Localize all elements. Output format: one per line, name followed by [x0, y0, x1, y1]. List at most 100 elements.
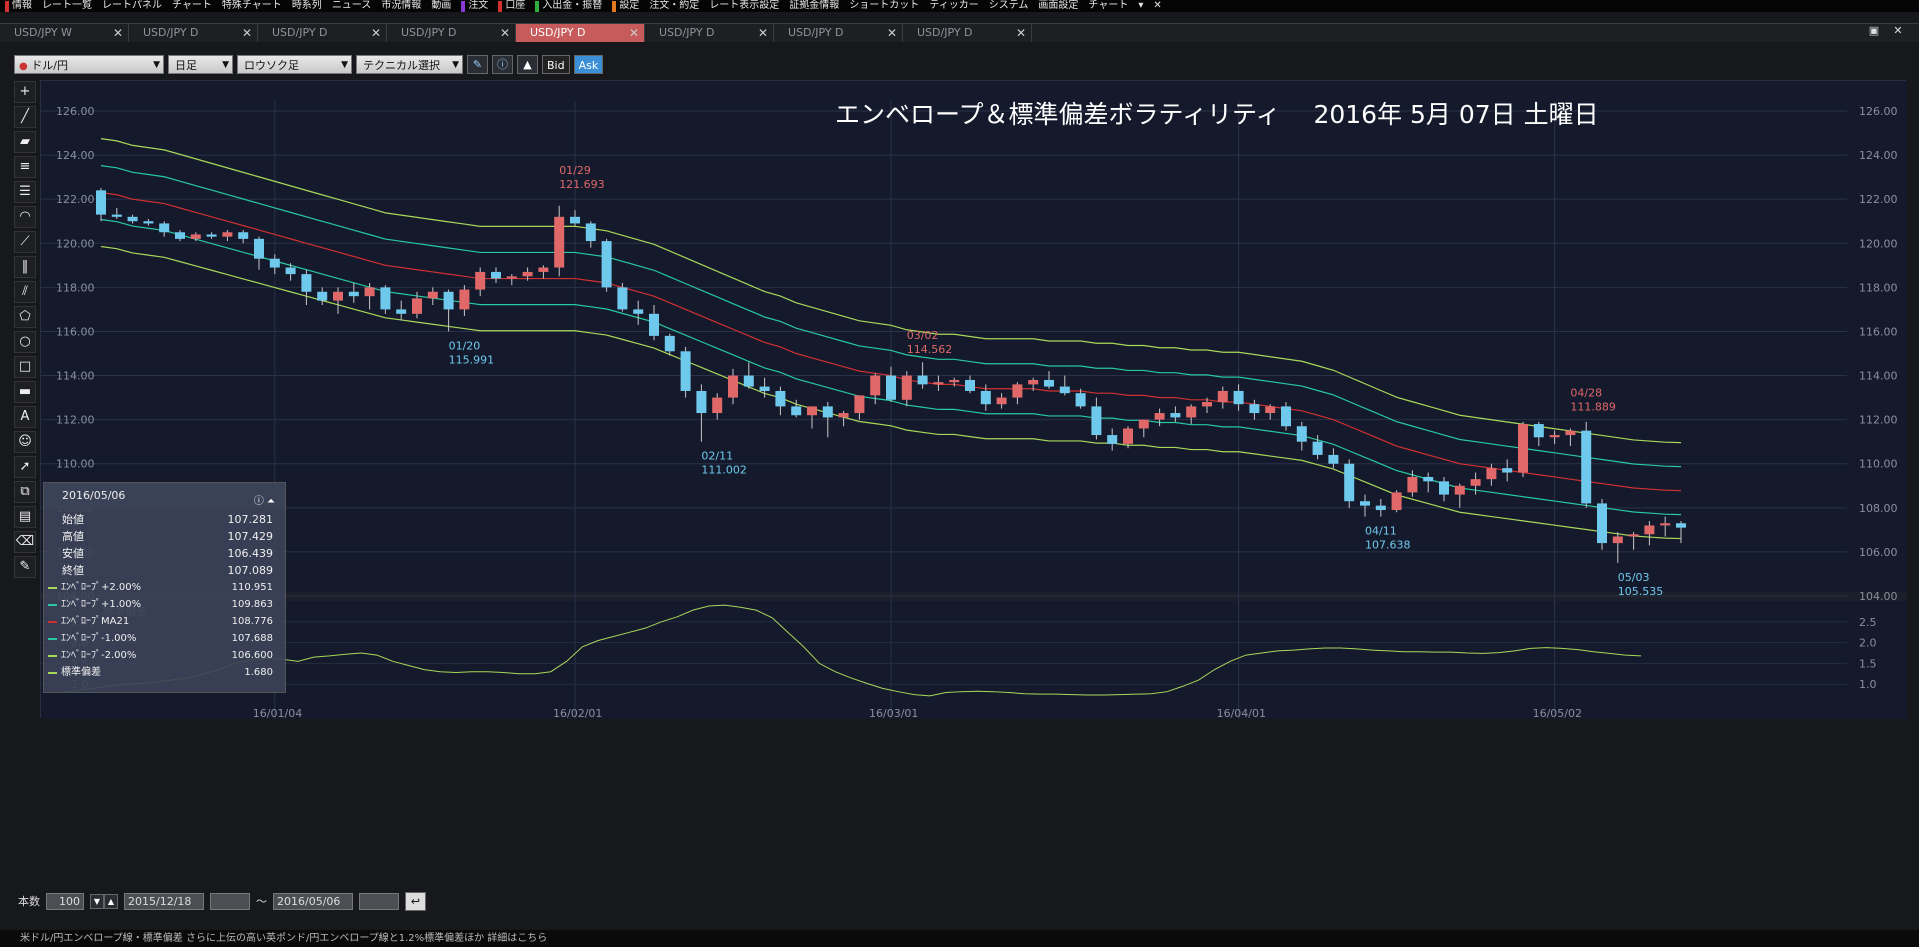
- chart-tab[interactable]: USD/JPY D ✕: [387, 24, 516, 42]
- menu-item[interactable]: ショートカット: [844, 0, 924, 12]
- menu-item-label: ニュース: [331, 0, 372, 11]
- chart-tab[interactable]: USD/JPY W ✕: [0, 24, 129, 42]
- menu-item[interactable]: レート表示設定: [704, 0, 784, 12]
- menu-item[interactable]: 画面設定: [1033, 0, 1083, 12]
- pencil-tool-button[interactable]: ✎: [14, 556, 36, 578]
- count-down-button[interactable]: ▼: [90, 893, 104, 909]
- candle-body: [1407, 476, 1418, 493]
- candle-body: [649, 313, 659, 336]
- period-select[interactable]: 日足 ▼: [168, 54, 233, 74]
- close-window-icon[interactable]: ✕: [1889, 24, 1907, 38]
- smiley-tool-button[interactable]: ☺: [14, 431, 36, 453]
- y-tick-label-right: 118.00: [1859, 281, 1898, 294]
- to-date-input[interactable]: 2016/05/06: [273, 892, 353, 910]
- menu-item[interactable]: 口座: [493, 0, 530, 12]
- menu-item[interactable]: ニュース: [327, 0, 377, 12]
- chart-area[interactable]: 126.00 126.00 124.00 124.00 122.00 122.00 120.…: [40, 80, 1907, 719]
- menu-item[interactable]: ティッカー: [924, 0, 983, 12]
- menu-item[interactable]: 市況情報: [376, 0, 426, 12]
- restore-window-icon[interactable]: ▣: [1865, 24, 1883, 38]
- apply-range-button[interactable]: ↩: [405, 891, 426, 911]
- chart-tab[interactable]: USD/JPY D ✕: [129, 24, 258, 42]
- tab-label: USD/JPY W: [14, 26, 72, 39]
- from-date-input[interactable]: 2015/12/18: [124, 892, 204, 910]
- info-label: 始値: [62, 513, 84, 526]
- menu-item[interactable]: システム: [984, 0, 1034, 12]
- tab-close-icon[interactable]: ✕: [758, 24, 768, 42]
- info-toggle-icon[interactable]: ⓘ ⏶: [254, 489, 275, 514]
- multi-hlines-tool-button[interactable]: ☰: [14, 181, 36, 203]
- menu-item[interactable]: 動画: [426, 0, 456, 12]
- to-time-input[interactable]: [359, 892, 399, 910]
- candle-body: [1028, 379, 1039, 385]
- ask-button[interactable]: Ask: [573, 54, 604, 74]
- text-tool-button[interactable]: A: [14, 406, 36, 428]
- menu-item[interactable]: 注文・約定: [644, 0, 704, 12]
- tab-close-icon[interactable]: ✕: [500, 24, 510, 42]
- candle-body: [728, 375, 738, 398]
- menu-item[interactable]: 入出金・振替: [530, 0, 607, 12]
- eraser-tool-button[interactable]: ⌫: [14, 531, 36, 553]
- currency-pair-select[interactable]: ● ドル/円 ▼: [14, 54, 164, 74]
- layers-tool-button[interactable]: ▤: [14, 506, 36, 528]
- candle-body: [617, 287, 628, 310]
- channel-tool-button[interactable]: ⫽: [14, 281, 36, 303]
- chart-type-select[interactable]: ロウソク足 ▼: [237, 54, 352, 74]
- hlines-tool-button[interactable]: ≡: [14, 156, 36, 178]
- menu-item[interactable]: ▾: [1133, 0, 1148, 12]
- crosshair-tool-button[interactable]: +: [14, 81, 36, 103]
- menu-item[interactable]: ✕: [1148, 0, 1166, 12]
- candle-body: [1170, 413, 1181, 418]
- copy-tool-button[interactable]: ⧉: [14, 481, 36, 503]
- chart-style-button[interactable]: ▲: [517, 54, 538, 74]
- candle-body: [1660, 523, 1671, 526]
- ruler-tool-button[interactable]: ▰: [14, 131, 36, 153]
- pentagon-tool-button[interactable]: ⬠: [14, 306, 36, 328]
- indicator-label-wrap: ｴﾝﾍﾞﾛｰﾌﾟ-1.00%: [48, 630, 136, 647]
- arc-tool-button[interactable]: ◠: [14, 206, 36, 228]
- tab-close-icon[interactable]: ✕: [371, 24, 381, 42]
- trendline-tool-button[interactable]: ╱: [14, 106, 36, 128]
- draw-pen-button[interactable]: ✎: [467, 54, 488, 74]
- menu-item[interactable]: 注文: [456, 0, 493, 12]
- circle-tool-button[interactable]: ○: [14, 331, 36, 353]
- chart-tab[interactable]: USD/JPY D ✕: [258, 24, 387, 42]
- annotation-value: 114.562: [907, 343, 953, 356]
- menu-item[interactable]: レート一覧: [37, 0, 97, 12]
- menu-item[interactable]: チャート: [167, 0, 217, 12]
- tab-close-icon[interactable]: ✕: [113, 24, 123, 42]
- info-label: 安値: [62, 547, 84, 560]
- candle-body: [1454, 485, 1465, 495]
- tab-close-icon[interactable]: ✕: [887, 24, 897, 42]
- vlines-tool-button[interactable]: ‖: [14, 256, 36, 278]
- text-icon: A: [20, 409, 30, 424]
- menu-item[interactable]: 特殊チャート: [217, 0, 287, 12]
- chart-tab[interactable]: USD/JPY D ✕: [774, 24, 903, 42]
- line-width-tool-button[interactable]: ▬: [14, 381, 36, 403]
- count-up-button[interactable]: ▲: [104, 893, 118, 909]
- info-button[interactable]: ⓘ: [492, 54, 513, 74]
- pointer-tool-button[interactable]: ➚: [14, 456, 36, 478]
- candle-body: [680, 351, 691, 391]
- menu-item[interactable]: 証拠金情報: [784, 0, 844, 12]
- tab-close-icon[interactable]: ✕: [1016, 24, 1026, 42]
- rectangle-tool-button[interactable]: □: [14, 356, 36, 378]
- menu-item[interactable]: チャート: [1083, 0, 1133, 12]
- tab-close-icon[interactable]: ✕: [242, 24, 252, 42]
- chart-tab[interactable]: USD/JPY D ✕: [903, 24, 1032, 42]
- tab-close-icon[interactable]: ✕: [629, 24, 639, 42]
- chart-tab[interactable]: USD/JPY D ✕: [516, 24, 645, 42]
- y-tick-label-right: 114.00: [1859, 370, 1898, 383]
- menu-item[interactable]: 設定: [607, 0, 644, 12]
- menu-item[interactable]: 時系列: [287, 0, 327, 12]
- from-time-input[interactable]: [210, 892, 250, 910]
- candle-body: [901, 375, 912, 400]
- bid-button[interactable]: Bid: [542, 54, 570, 74]
- candle-body: [1281, 406, 1291, 427]
- count-input[interactable]: 100: [46, 892, 84, 910]
- technical-select[interactable]: テクニカル選択 ▼: [356, 54, 463, 74]
- menu-item[interactable]: レートパネル: [97, 0, 167, 12]
- chart-tab[interactable]: USD/JPY D ✕: [645, 24, 774, 42]
- fan-tool-button[interactable]: ⟋: [14, 231, 36, 253]
- menu-item[interactable]: 情報: [0, 0, 37, 12]
